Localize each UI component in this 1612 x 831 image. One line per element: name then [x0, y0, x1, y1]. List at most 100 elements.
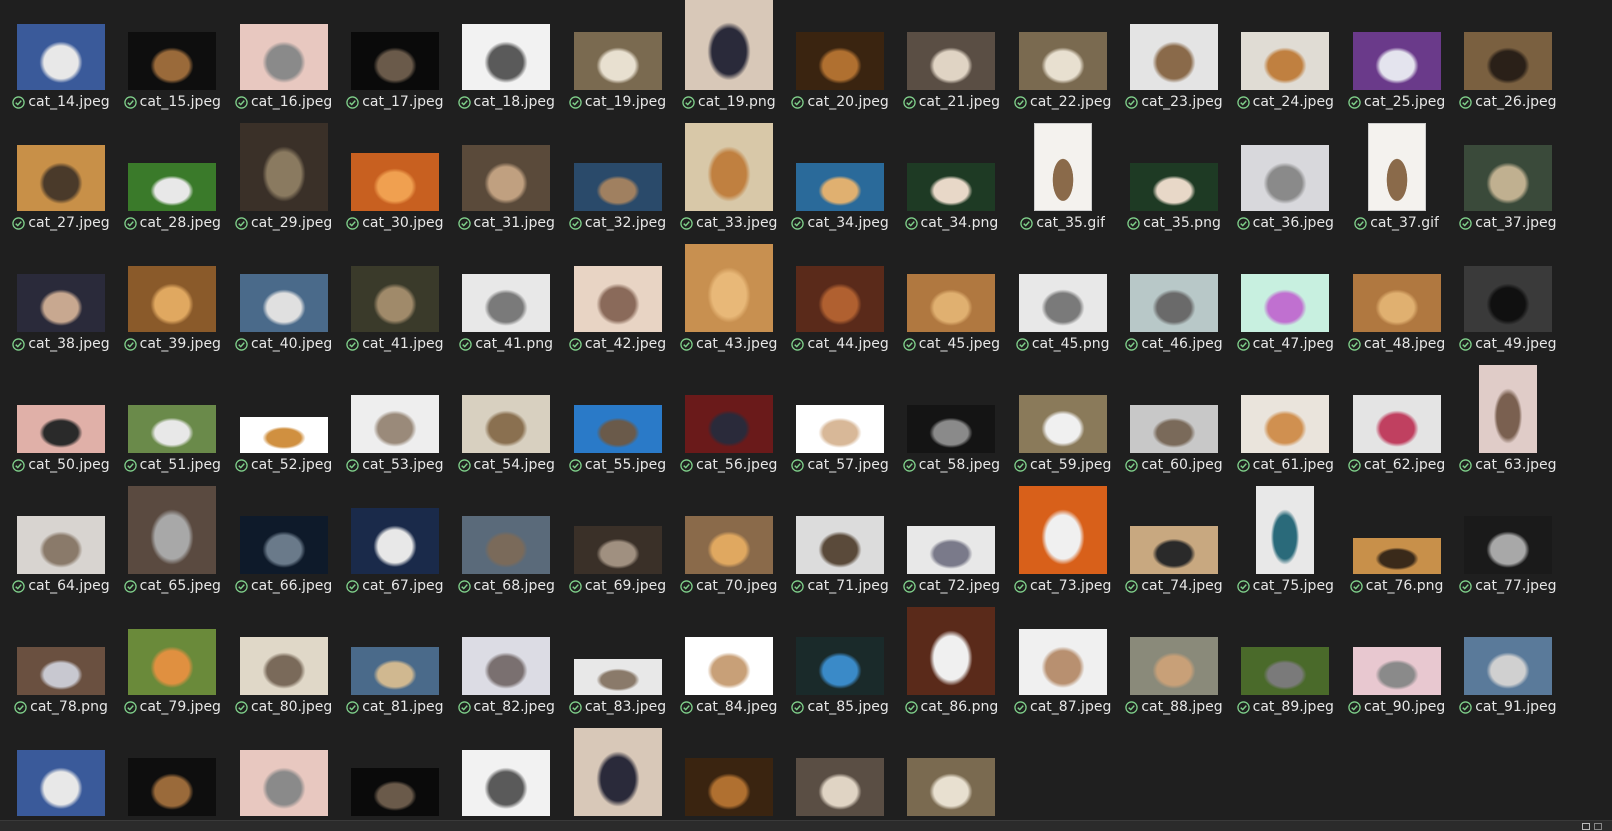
file-item[interactable]: cat_61.jpeg [1228, 359, 1342, 483]
file-item[interactable]: cat_25.jpeg [1340, 0, 1454, 120]
file-item[interactable]: cat_92.jpeg [4, 722, 118, 831]
file-item[interactable]: cat_89.jpeg [1228, 601, 1342, 725]
file-item[interactable]: cat_93.jpeg [115, 722, 229, 831]
file-item[interactable]: cat_53.jpeg [338, 359, 452, 483]
file-item[interactable]: cat_67.jpeg [338, 480, 452, 604]
file-item[interactable]: cat_20.jpeg [783, 0, 897, 120]
file-item[interactable]: cat_63.jpeg [1451, 359, 1565, 483]
file-item[interactable]: cat_45.png [1006, 238, 1120, 362]
file-item[interactable]: cat_87.jpeg [1006, 601, 1120, 725]
file-item[interactable]: cat_94.jpeg [227, 722, 341, 831]
file-item[interactable]: cat_81.jpeg [338, 601, 452, 725]
file-item[interactable]: cat_78.png [4, 601, 118, 725]
file-item[interactable]: cat_43.jpeg [672, 238, 786, 362]
file-item[interactable]: cat_39.jpeg [115, 238, 229, 362]
file-item[interactable]: cat_98.jpeg [672, 722, 786, 831]
file-item[interactable]: cat_54.jpeg [449, 359, 563, 483]
file-item[interactable]: cat_34.jpeg [783, 117, 897, 241]
file-item[interactable]: cat_23.jpeg [1117, 0, 1231, 120]
file-item[interactable]: cat_32.jpeg [561, 117, 675, 241]
file-item[interactable]: cat_18.jpeg [449, 0, 563, 120]
sync-check-icon [123, 216, 137, 230]
file-item[interactable]: cat_29.jpeg [227, 117, 341, 241]
file-item[interactable]: cat_33.jpeg [672, 117, 786, 241]
file-item[interactable]: cat_14.jpeg [4, 0, 118, 120]
thumbnail-area [1451, 0, 1565, 92]
file-item[interactable]: cat_73.jpeg [1006, 480, 1120, 604]
file-item[interactable]: cat_77.jpeg [1451, 480, 1565, 604]
file-item[interactable]: cat_64.jpeg [4, 480, 118, 604]
file-item[interactable]: cat_66.jpeg [227, 480, 341, 604]
file-item[interactable]: cat_35.gif [1006, 117, 1120, 241]
file-item[interactable]: cat_100.jpe [894, 722, 1008, 831]
file-item[interactable]: cat_50.jpeg [4, 359, 118, 483]
file-item[interactable]: cat_49.jpeg [1451, 238, 1565, 362]
file-item[interactable]: cat_95.jpeg [338, 722, 452, 831]
file-item[interactable]: cat_26.jpeg [1451, 0, 1565, 120]
file-item[interactable]: cat_80.jpeg [227, 601, 341, 725]
file-item[interactable]: cat_84.jpeg [672, 601, 786, 725]
file-item[interactable]: cat_44.jpeg [783, 238, 897, 362]
file-item[interactable]: cat_22.jpeg [1006, 0, 1120, 120]
file-item[interactable]: cat_96.jpeg [449, 722, 563, 831]
file-item[interactable]: cat_24.jpeg [1228, 0, 1342, 120]
file-item[interactable]: cat_58.jpeg [894, 359, 1008, 483]
file-item[interactable]: cat_17.jpeg [338, 0, 452, 120]
file-item[interactable]: cat_48.jpeg [1340, 238, 1454, 362]
file-item[interactable]: cat_57.jpeg [783, 359, 897, 483]
file-item[interactable]: cat_37.jpeg [1451, 117, 1565, 241]
file-item[interactable]: cat_60.jpeg [1117, 359, 1231, 483]
file-item[interactable]: cat_72.jpeg [894, 480, 1008, 604]
thumbnail-area [1228, 238, 1342, 334]
file-item[interactable]: cat_28.jpeg [115, 117, 229, 241]
file-item[interactable]: cat_59.jpeg [1006, 359, 1120, 483]
file-item[interactable]: cat_16.jpeg [227, 0, 341, 120]
file-item[interactable]: cat_65.jpeg [115, 480, 229, 604]
file-item[interactable]: cat_27.jpeg [4, 117, 118, 241]
details-view-icon[interactable] [1582, 823, 1590, 830]
file-item[interactable]: cat_41.jpeg [338, 238, 452, 362]
file-item[interactable]: cat_56.jpeg [672, 359, 786, 483]
file-item[interactable]: cat_82.jpeg [449, 601, 563, 725]
file-item[interactable]: cat_91.jpeg [1451, 601, 1565, 725]
file-item[interactable]: cat_83.jpeg [561, 601, 675, 725]
file-item[interactable]: cat_38.jpeg [4, 238, 118, 362]
file-caption: cat_35.png [1117, 215, 1231, 231]
file-item[interactable]: cat_21.jpeg [894, 0, 1008, 120]
file-item[interactable]: cat_51.jpeg [115, 359, 229, 483]
file-item[interactable]: cat_30.jpeg [338, 117, 452, 241]
file-item[interactable]: cat_15.jpeg [115, 0, 229, 120]
file-item[interactable]: cat_42.jpeg [561, 238, 675, 362]
file-caption: cat_37.gif [1340, 215, 1454, 231]
file-item[interactable]: cat_86.png [894, 601, 1008, 725]
file-item[interactable]: cat_47.jpeg [1228, 238, 1342, 362]
file-item[interactable]: cat_31.jpeg [449, 117, 563, 241]
file-item[interactable]: cat_40.jpeg [227, 238, 341, 362]
thumbnails-view-icon[interactable] [1594, 823, 1602, 830]
file-item[interactable]: cat_88.jpeg [1117, 601, 1231, 725]
file-item[interactable]: cat_90.jpeg [1340, 601, 1454, 725]
file-item[interactable]: cat_71.jpeg [783, 480, 897, 604]
file-item[interactable]: cat_62.jpeg [1340, 359, 1454, 483]
file-item[interactable]: cat_70.jpeg [672, 480, 786, 604]
file-item[interactable]: cat_69.jpeg [561, 480, 675, 604]
file-item[interactable]: cat_68.jpeg [449, 480, 563, 604]
file-item[interactable]: cat_97.png [561, 722, 675, 831]
file-item[interactable]: cat_34.png [894, 117, 1008, 241]
file-item[interactable]: cat_79.jpeg [115, 601, 229, 725]
file-item[interactable]: cat_55.jpeg [561, 359, 675, 483]
file-item[interactable]: cat_99.jpeg [783, 722, 897, 831]
file-item[interactable]: cat_41.png [449, 238, 563, 362]
file-item[interactable]: cat_52.jpeg [227, 359, 341, 483]
file-item[interactable]: cat_46.jpeg [1117, 238, 1231, 362]
file-item[interactable]: cat_85.jpeg [783, 601, 897, 725]
file-item[interactable]: cat_19.png [672, 0, 786, 120]
file-item[interactable]: cat_76.png [1340, 480, 1454, 604]
file-item[interactable]: cat_37.gif [1340, 117, 1454, 241]
file-item[interactable]: cat_74.jpeg [1117, 480, 1231, 604]
file-item[interactable]: cat_75.jpeg [1228, 480, 1342, 604]
file-item[interactable]: cat_19.jpeg [561, 0, 675, 120]
file-item[interactable]: cat_36.jpeg [1228, 117, 1342, 241]
file-item[interactable]: cat_35.png [1117, 117, 1231, 241]
file-item[interactable]: cat_45.jpeg [894, 238, 1008, 362]
